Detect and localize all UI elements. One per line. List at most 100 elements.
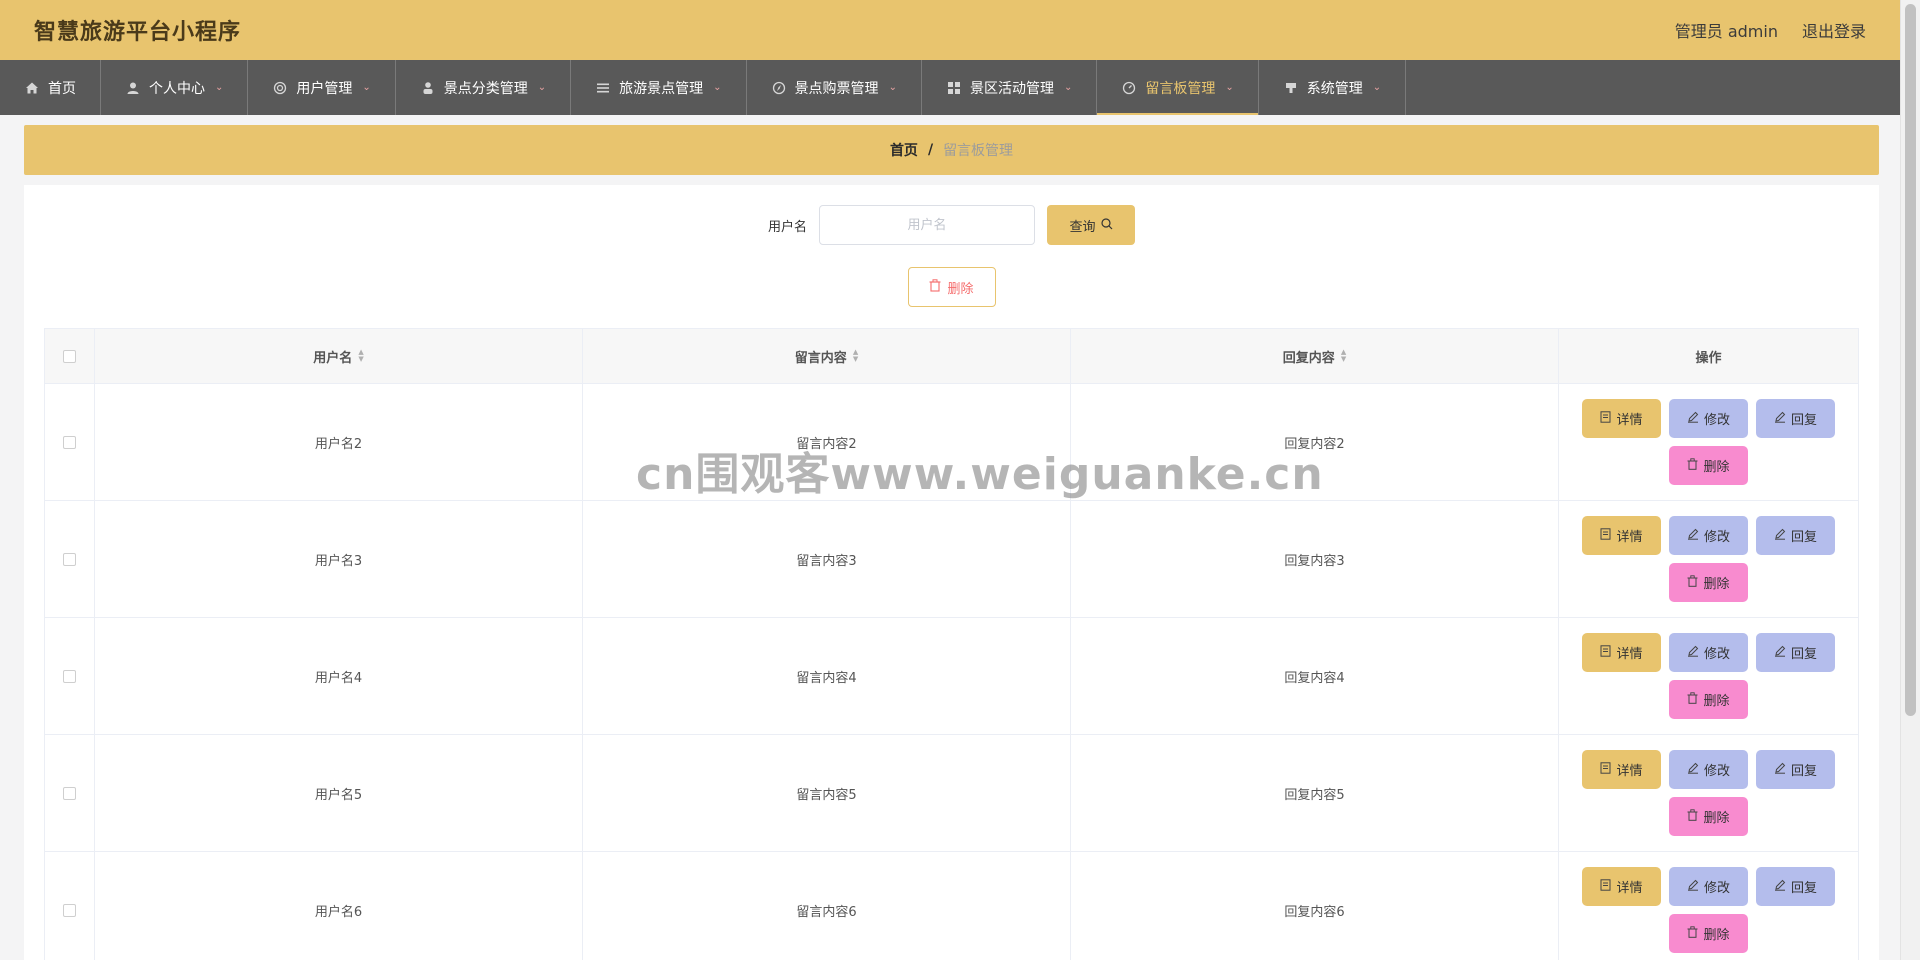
reply-button[interactable]: 回复 <box>1756 516 1835 555</box>
cell-content: 留言内容4 <box>583 618 1071 734</box>
header-user-area: 管理员 admin 退出登录 <box>1675 18 1866 42</box>
edit-button[interactable]: 修改 <box>1669 867 1748 906</box>
edit-button-label: 修改 <box>1703 646 1730 661</box>
cell-username: 用户名6 <box>95 852 583 960</box>
edit-button[interactable]: 修改 <box>1669 399 1748 438</box>
reply-button[interactable]: 回复 <box>1756 867 1835 906</box>
table-row: 用户名2 留言内容2 回复内容2 详情 修改 回复 删除 <box>45 384 1858 501</box>
reply-button-label: 回复 <box>1790 529 1817 544</box>
column-content-label: 留言内容 <box>794 350 847 366</box>
cell-reply: 回复内容6 <box>1071 852 1559 960</box>
detail-button-label: 详情 <box>1616 646 1643 661</box>
nav-item-6[interactable]: 景区活动管理 ⌄ <box>922 60 1098 115</box>
remove-button-label: 删除 <box>1703 927 1730 942</box>
bulk-delete-label: 删除 <box>947 280 974 296</box>
sort-icon[interactable]: ▲ ▼ <box>853 349 858 363</box>
nav-item-1[interactable]: 个人中心 ⌄ <box>101 60 249 115</box>
username-search-input[interactable] <box>819 205 1035 245</box>
edit-button[interactable]: 修改 <box>1669 750 1748 789</box>
remove-button[interactable]: 删除 <box>1669 563 1748 602</box>
reply-button[interactable]: 回复 <box>1756 750 1835 789</box>
column-reply[interactable]: 回复内容 ▲ ▼ <box>1071 329 1559 383</box>
column-content[interactable]: 留言内容 ▲ ▼ <box>583 329 1071 383</box>
table-row: 用户名4 留言内容4 回复内容4 详情 修改 回复 删除 <box>45 618 1858 735</box>
remove-button[interactable]: 删除 <box>1669 680 1748 719</box>
detail-button[interactable]: 详情 <box>1582 633 1661 672</box>
nav-item-label: 系统管理 <box>1306 80 1363 97</box>
breadcrumb-home[interactable]: 首页 <box>890 140 918 160</box>
sort-icon[interactable]: ▲ ▼ <box>1341 349 1346 363</box>
breadcrumb: 首页 / 留言板管理 <box>24 125 1879 175</box>
row-checkbox-cell <box>45 852 95 960</box>
row-checkbox[interactable] <box>63 552 76 566</box>
nav-item-label: 旅游景点管理 <box>619 80 704 97</box>
row-checkbox[interactable] <box>63 669 76 683</box>
table-row: 用户名3 留言内容3 回复内容3 详情 修改 回复 删除 <box>45 501 1858 618</box>
nav-item-4[interactable]: 旅游景点管理 ⌄ <box>571 60 747 115</box>
nav-item-0[interactable]: 首页 <box>0 60 101 115</box>
row-action-group: 详情 修改 回复删除 <box>1559 867 1858 953</box>
chevron-down-icon: ⌄ <box>1225 82 1234 93</box>
detail-button[interactable]: 详情 <box>1582 399 1661 438</box>
logout-link[interactable]: 退出登录 <box>1802 18 1866 42</box>
pencil-icon <box>1774 879 1786 894</box>
breadcrumb-separator: / <box>927 142 934 158</box>
nav-item-7[interactable]: 留言板管理 ⌄ <box>1097 60 1259 115</box>
top-header: 智慧旅游平台小程序 管理员 admin 退出登录 <box>0 0 1900 60</box>
pencil-icon <box>1687 879 1699 894</box>
row-checkbox[interactable] <box>63 435 76 449</box>
detail-button-label: 详情 <box>1616 412 1643 427</box>
cell-actions: 详情 修改 回复删除 <box>1559 735 1858 851</box>
nav-item-3[interactable]: 景点分类管理 ⌄ <box>396 60 572 115</box>
column-username[interactable]: 用户名 ▲ ▼ <box>95 329 583 383</box>
nav-item-5[interactable]: 景点购票管理 ⌄ <box>747 60 922 115</box>
nav-item-2[interactable]: 用户管理 ⌄ <box>248 60 396 115</box>
user-icon <box>125 80 141 96</box>
page-scrollbar[interactable] <box>1900 0 1920 960</box>
cell-actions: 详情 修改 回复删除 <box>1559 852 1858 960</box>
cell-content: 留言内容3 <box>583 501 1071 617</box>
settings-icon <box>1283 80 1299 96</box>
cell-content: 留言内容6 <box>583 852 1071 960</box>
row-action-group: 详情 修改 回复删除 <box>1559 516 1858 602</box>
reply-button[interactable]: 回复 <box>1756 399 1835 438</box>
sort-icon[interactable]: ▲ ▼ <box>358 349 363 363</box>
trash-icon <box>1687 575 1698 590</box>
column-username-label: 用户名 <box>313 350 353 366</box>
nav-item-label: 用户管理 <box>296 80 353 97</box>
row-action-group: 详情 修改 回复删除 <box>1559 750 1858 836</box>
remove-button[interactable]: 删除 <box>1669 797 1748 836</box>
query-button-label: 查询 <box>1069 218 1096 234</box>
list-icon <box>595 80 611 96</box>
edit-button[interactable]: 修改 <box>1669 516 1748 555</box>
search-label: 用户名 <box>767 219 807 235</box>
row-checkbox[interactable] <box>63 903 76 917</box>
scrollbar-thumb[interactable] <box>1905 4 1916 716</box>
nav-item-8[interactable]: 系统管理 ⌄ <box>1259 60 1407 115</box>
reply-button[interactable]: 回复 <box>1756 633 1835 672</box>
document-icon <box>1600 528 1611 543</box>
detail-button[interactable]: 详情 <box>1582 516 1661 555</box>
trash-icon <box>1687 926 1698 941</box>
detail-button[interactable]: 详情 <box>1582 750 1661 789</box>
edit-button[interactable]: 修改 <box>1669 633 1748 672</box>
message-table: 用户名 ▲ ▼ 留言内容 ▲ ▼ 回复内容 ▲ ▼ 操作 用户名2 留言内容2 回复内容2 详情修… <box>44 328 1859 960</box>
bulk-delete-button[interactable]: 删除 <box>907 267 996 307</box>
row-checkbox[interactable] <box>63 786 76 800</box>
cell-content: 留言内容5 <box>583 735 1071 851</box>
pencil-icon <box>1687 645 1699 660</box>
search-form: 用户名 查询 <box>24 205 1879 245</box>
trash-icon <box>1687 809 1698 824</box>
users-icon <box>272 80 288 96</box>
detail-button[interactable]: 详情 <box>1582 867 1661 906</box>
remove-button-label: 删除 <box>1703 810 1730 825</box>
pencil-icon <box>1687 528 1699 543</box>
pencil-icon <box>1774 645 1786 660</box>
cell-reply: 回复内容5 <box>1071 735 1559 851</box>
nav-item-label: 景点分类管理 <box>443 80 528 97</box>
document-icon <box>1600 762 1611 777</box>
select-all-checkbox[interactable] <box>63 349 76 363</box>
remove-button[interactable]: 删除 <box>1669 446 1748 485</box>
query-button[interactable]: 查询 <box>1047 205 1135 245</box>
remove-button[interactable]: 删除 <box>1669 914 1748 953</box>
